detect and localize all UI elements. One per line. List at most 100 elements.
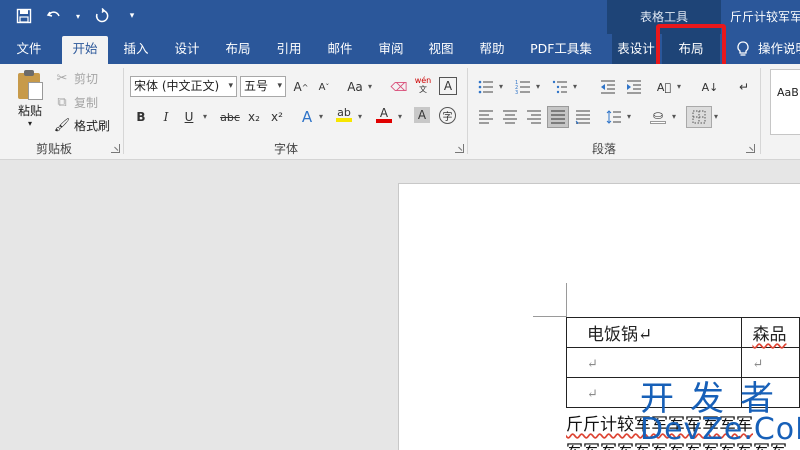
tab-design[interactable]: 设计 bbox=[165, 34, 209, 64]
customize-qat-icon[interactable]: ▾ bbox=[122, 6, 142, 26]
shading-icon[interactable]: ⛀ bbox=[648, 106, 668, 126]
grow-font-button[interactable]: A ^ bbox=[291, 77, 311, 97]
multilevel-list-icon[interactable] bbox=[550, 77, 570, 97]
bold-button[interactable]: B bbox=[131, 107, 151, 127]
underline-dropdown-icon[interactable]: ▾ bbox=[203, 112, 207, 121]
document-title: 斤斤计较军军军 bbox=[730, 10, 800, 24]
cut-label: 剪切 bbox=[74, 72, 99, 86]
tab-view[interactable]: 视图 bbox=[419, 34, 463, 64]
paste-button[interactable]: 粘贴 ▾ bbox=[12, 70, 48, 128]
tab-home[interactable]: 开始 bbox=[62, 36, 108, 64]
decrease-indent-icon[interactable] bbox=[598, 77, 618, 97]
align-center-icon[interactable] bbox=[500, 107, 520, 127]
borders-icon[interactable] bbox=[686, 106, 712, 128]
clear-formatting-icon[interactable]: ⌫ bbox=[389, 77, 409, 97]
tab-review[interactable]: 审阅 bbox=[369, 34, 413, 64]
distributed-icon[interactable] bbox=[573, 107, 593, 127]
table-cell[interactable]: 电饭锅↵ bbox=[565, 317, 743, 348]
borders-dropdown-icon[interactable]: ▾ bbox=[714, 112, 718, 121]
tab-table-design[interactable]: 表设计 bbox=[612, 34, 660, 64]
chevron-down-icon: ▾ bbox=[277, 81, 282, 91]
highlight-dropdown-icon[interactable]: ▾ bbox=[358, 112, 362, 121]
tell-me-search[interactable]: 操作说明 bbox=[758, 34, 800, 64]
increase-indent-icon[interactable] bbox=[624, 77, 644, 97]
bullets-icon[interactable] bbox=[476, 77, 496, 97]
change-case-button[interactable]: Aa bbox=[344, 77, 366, 97]
tab-layout[interactable]: 布局 bbox=[215, 34, 261, 64]
text-effects-button[interactable]: A bbox=[297, 107, 317, 127]
underline-button[interactable]: U bbox=[179, 107, 199, 127]
table-cell[interactable]: ↵ bbox=[565, 347, 743, 378]
table-row: 电饭锅↵ 森品 bbox=[565, 317, 800, 348]
ribbon-panel: 粘贴 ▾ ✂ 剪切 ⧉ 复制 🖌 格式刷 剪贴板 宋体 (中文正文) ▾ 五号 … bbox=[0, 64, 800, 160]
text-effects-dropdown-icon[interactable]: ▾ bbox=[319, 112, 323, 121]
font-name-value: 宋体 (中文正文) bbox=[134, 79, 220, 93]
paste-dropdown-icon[interactable]: ▾ bbox=[12, 119, 48, 128]
tab-help[interactable]: 帮助 bbox=[470, 34, 514, 64]
line-spacing-dropdown-icon[interactable]: ▾ bbox=[627, 112, 631, 121]
table-row: ↵ ↵ bbox=[565, 347, 800, 378]
superscript-button[interactable]: x² bbox=[267, 107, 287, 127]
paragraph-group-label: 段落 bbox=[592, 142, 617, 156]
change-case-dropdown-icon[interactable]: ▾ bbox=[368, 82, 372, 91]
sort-icon[interactable]: A↓ bbox=[700, 77, 720, 97]
format-painter-button[interactable]: 🖌 格式刷 bbox=[54, 117, 110, 134]
copy-label: 复制 bbox=[74, 96, 99, 110]
cut-button[interactable]: ✂ 剪切 bbox=[54, 70, 98, 87]
align-left-icon[interactable] bbox=[476, 107, 496, 127]
show-marks-icon[interactable]: ↵ bbox=[734, 77, 754, 97]
chinese-layout-dropdown-icon[interactable]: ▾ bbox=[677, 82, 681, 91]
paragraph-launcher-icon[interactable] bbox=[746, 144, 755, 153]
justify-icon[interactable] bbox=[547, 106, 569, 128]
tab-references[interactable]: 引用 bbox=[267, 34, 311, 64]
font-size-value: 五号 bbox=[244, 79, 269, 93]
enclose-characters-button[interactable]: 字 bbox=[439, 107, 456, 124]
numbering-icon[interactable]: 123 bbox=[513, 77, 533, 97]
shrink-font-button[interactable]: Aˇ bbox=[314, 77, 334, 97]
chinese-layout-icon[interactable]: A⃝ bbox=[654, 77, 674, 97]
copy-button[interactable]: ⧉ 复制 bbox=[54, 94, 98, 111]
paintbrush-icon: 🖌 bbox=[53, 118, 71, 133]
tab-mailings[interactable]: 邮件 bbox=[318, 34, 362, 64]
character-border-button[interactable]: A bbox=[439, 77, 457, 95]
undo-dropdown-icon[interactable]: ▾ bbox=[74, 6, 82, 26]
font-name-select[interactable]: 宋体 (中文正文) ▾ bbox=[130, 76, 237, 97]
phonetic-guide-button[interactable]: wén 文 bbox=[413, 75, 433, 95]
styles-gallery[interactable]: AaB bbox=[770, 69, 800, 135]
scissors-icon: ✂ bbox=[56, 71, 68, 86]
save-icon[interactable] bbox=[14, 6, 34, 26]
font-color-dropdown-icon[interactable]: ▾ bbox=[398, 112, 402, 121]
table-cell[interactable]: ↵ bbox=[741, 347, 800, 378]
multilevel-dropdown-icon[interactable]: ▾ bbox=[573, 82, 577, 91]
shading-dropdown-icon[interactable]: ▾ bbox=[672, 112, 676, 121]
numbering-dropdown-icon[interactable]: ▾ bbox=[536, 82, 540, 91]
subscript-button[interactable]: x₂ bbox=[244, 107, 264, 127]
tab-file[interactable]: 文件 bbox=[6, 34, 52, 64]
clipboard-launcher-icon[interactable] bbox=[111, 144, 120, 153]
strikethrough-button[interactable]: abc bbox=[218, 107, 242, 127]
tab-pdf-tools[interactable]: PDF工具集 bbox=[525, 34, 597, 64]
paste-icon bbox=[16, 70, 44, 100]
font-size-select[interactable]: 五号 ▾ bbox=[240, 76, 286, 97]
italic-button[interactable]: I bbox=[156, 107, 176, 127]
group-divider bbox=[123, 68, 124, 154]
highlight-button[interactable]: ab bbox=[334, 105, 354, 125]
quick-access-toolbar: ▾ ▾ bbox=[14, 6, 142, 26]
tab-insert[interactable]: 插入 bbox=[114, 34, 158, 64]
clipboard-group-label: 剪贴板 bbox=[36, 142, 73, 156]
lightbulb-icon[interactable] bbox=[734, 34, 752, 64]
font-launcher-icon[interactable] bbox=[455, 144, 464, 153]
group-divider bbox=[467, 68, 468, 154]
watermark-line-2: DevZe.CoM bbox=[640, 412, 800, 447]
undo-icon[interactable] bbox=[44, 6, 64, 26]
bullets-dropdown-icon[interactable]: ▾ bbox=[499, 82, 503, 91]
chevron-down-icon: ▾ bbox=[228, 81, 233, 91]
watermark: 开发者 DevZe.CoM bbox=[640, 381, 800, 445]
align-right-icon[interactable] bbox=[524, 107, 544, 127]
font-color-button[interactable]: A bbox=[374, 105, 394, 125]
table-cell[interactable]: 森品 bbox=[741, 317, 800, 348]
redo-icon[interactable] bbox=[92, 6, 112, 26]
character-shading-button[interactable]: A bbox=[414, 107, 430, 123]
line-spacing-icon[interactable] bbox=[604, 107, 624, 127]
style-preview-normal[interactable]: AaB bbox=[777, 86, 799, 99]
